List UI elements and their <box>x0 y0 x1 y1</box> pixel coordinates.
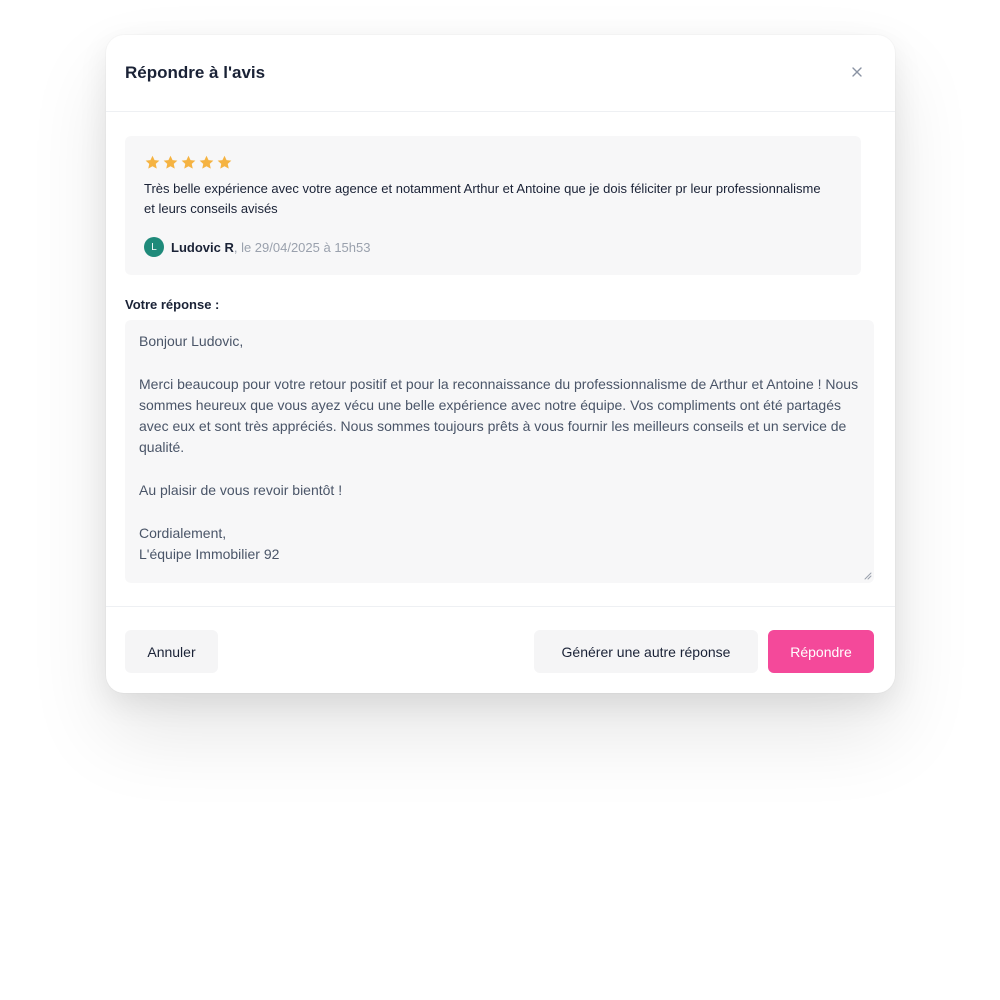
reply-review-modal: Répondre à l'avis Très belle expérience … <box>106 35 895 693</box>
close-icon <box>852 67 862 77</box>
modal-header: Répondre à l'avis <box>106 35 895 112</box>
modal-title: Répondre à l'avis <box>125 63 266 82</box>
star-rating <box>144 154 233 171</box>
author-name: Ludovic R <box>171 239 234 255</box>
resize-handle-icon[interactable] <box>864 572 872 580</box>
review-date: , le 29/04/2025 à 15h53 <box>233 239 371 255</box>
star-icon <box>145 155 160 169</box>
star-icon <box>163 155 178 169</box>
response-textarea[interactable]: Bonjour Ludovic, Merci beaucoup pour vot… <box>125 320 874 583</box>
response-label: Votre réponse : <box>125 297 220 312</box>
modal-footer: Annuler Générer une autre réponse Répond… <box>106 606 895 693</box>
close-button[interactable] <box>846 61 868 83</box>
avatar: L <box>144 237 164 257</box>
regenerate-response-button[interactable]: Générer une autre réponse <box>534 630 758 673</box>
star-icon <box>181 155 196 169</box>
review-text: Très belle expérience avec votre agence … <box>144 181 821 216</box>
star-icon <box>199 155 214 169</box>
review-card: Très belle expérience avec votre agence … <box>125 136 861 275</box>
reply-button[interactable]: Répondre <box>768 630 874 673</box>
review-author: L Ludovic R , le 29/04/2025 à 15h53 <box>144 237 370 257</box>
star-icon <box>217 155 232 169</box>
cancel-button[interactable]: Annuler <box>125 630 218 673</box>
